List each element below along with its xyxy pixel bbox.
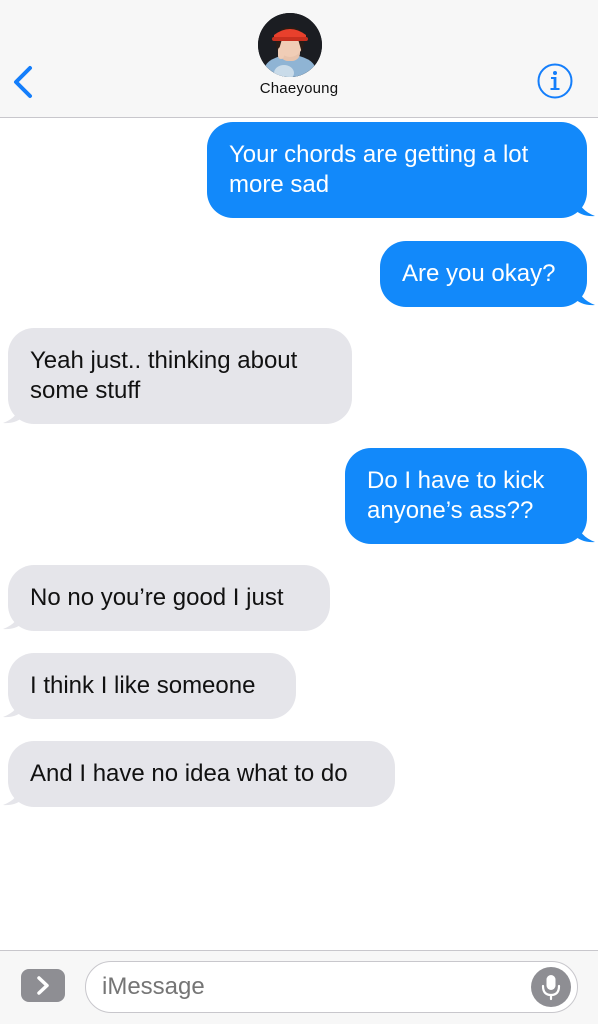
message-text: Are you okay? [402, 260, 556, 287]
message-text: some stuff [30, 377, 141, 404]
info-circle-icon [537, 63, 573, 99]
message-bubble-received[interactable]: And I have no idea what to do [8, 741, 395, 807]
conversation-header: Chaeyoung [0, 0, 598, 118]
contact-name[interactable]: Chaeyoung [0, 80, 598, 97]
microphone-icon [541, 975, 561, 1001]
message-bubble-received[interactable]: No no you’re good I just [8, 565, 330, 631]
message-bubble-sent[interactable]: Do I have to kick anyone’s ass?? [345, 448, 587, 544]
contact-photo [258, 13, 322, 77]
message-input[interactable] [102, 962, 502, 1012]
message-text: anyone’s ass?? [367, 497, 534, 524]
message-text: I think I like someone [30, 672, 256, 699]
message-text: And I have no idea what to do [30, 760, 348, 787]
message-bubble-sent[interactable]: Your chords are getting a lot more sad [207, 122, 587, 218]
info-button[interactable] [536, 62, 574, 100]
message-thread[interactable]: Your chords are getting a lot more sad A… [0, 118, 598, 950]
message-text: No no you’re good I just [30, 584, 284, 611]
message-text: Do I have to kick [367, 467, 545, 494]
message-text: Yeah just.. thinking about [30, 347, 298, 374]
imessage-screen: Chaeyoung Your chords are getting a lot … [0, 0, 598, 1024]
message-bubble-received[interactable]: Yeah just.. thinking about some stuff [8, 328, 352, 424]
avatar[interactable] [258, 13, 322, 77]
message-input-container[interactable] [85, 961, 578, 1013]
message-composer [0, 950, 598, 1024]
microphone-button[interactable] [531, 967, 571, 1007]
message-bubble-received[interactable]: I think I like someone [8, 653, 296, 719]
apps-button[interactable] [21, 969, 65, 1002]
message-text: more sad [229, 171, 330, 198]
message-text: Your chords are getting a lot [229, 141, 529, 168]
message-bubble-sent[interactable]: Are you okay? [380, 241, 587, 307]
chevron-right-icon [37, 976, 49, 995]
